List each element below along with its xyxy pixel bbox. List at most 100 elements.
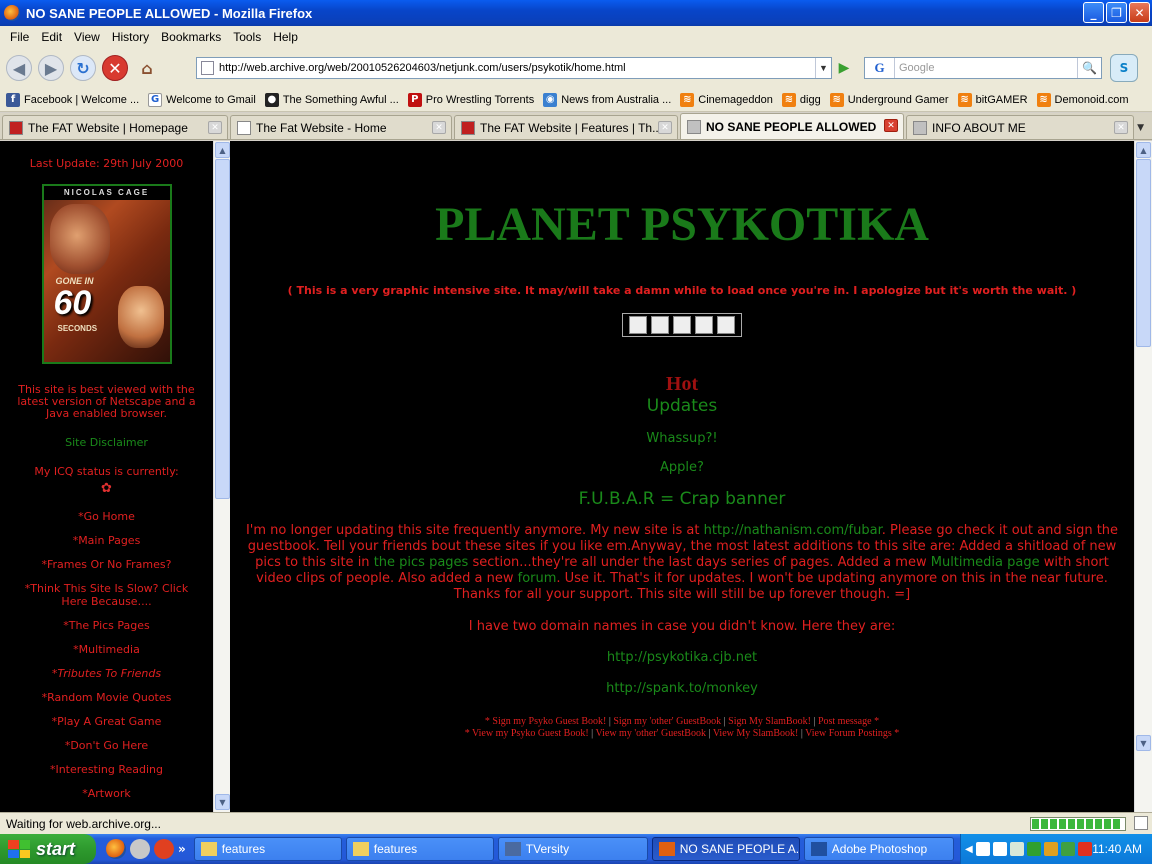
tray-icon[interactable] xyxy=(992,842,1007,856)
browser-tab[interactable]: The FAT Website | Features | Th... ✕ xyxy=(454,115,678,139)
broken-image-icon[interactable] xyxy=(695,316,713,334)
sidebar-scrollbar[interactable]: ▲ ▼ xyxy=(213,141,230,812)
domain-link-1[interactable]: http://psykotika.cjb.net xyxy=(230,650,1134,665)
sidebar-nav-item[interactable]: *Multimedia xyxy=(0,643,213,656)
menu-tools[interactable]: Tools xyxy=(227,30,267,44)
fubar-link[interactable]: F.U.B.A.R = Crap banner xyxy=(230,489,1134,509)
close-tab-icon[interactable]: ✕ xyxy=(208,121,222,134)
sidebar-nav-item[interactable]: *Think This Site Is Slow? Click Here Bec… xyxy=(0,582,213,608)
scroll-up-icon[interactable]: ▲ xyxy=(1136,142,1151,158)
menu-view[interactable]: View xyxy=(68,30,106,44)
taskbar-button[interactable]: Adobe Photoshop xyxy=(803,837,954,861)
guestbook-link[interactable]: View My SlamBook! xyxy=(713,728,799,739)
guestbook-link[interactable]: Sign My SlamBook! xyxy=(728,716,811,727)
broken-image-icon[interactable] xyxy=(717,316,735,334)
stop-icon[interactable]: ✕ xyxy=(102,55,128,81)
close-tab-icon[interactable]: ✕ xyxy=(884,119,898,132)
quicklaunch-expand-icon[interactable]: » xyxy=(178,842,186,856)
tray-icon[interactable] xyxy=(1060,842,1075,856)
close-tab-icon[interactable]: ✕ xyxy=(432,121,446,134)
guestbook-link[interactable]: Sign my 'other' GuestBook xyxy=(613,716,721,727)
go-icon[interactable]: ▶ xyxy=(834,58,854,78)
bookmark-item[interactable]: G Welcome to Gmail xyxy=(148,92,256,107)
menu-help[interactable]: Help xyxy=(267,30,304,44)
menu-file[interactable]: File xyxy=(4,30,35,44)
menu-edit[interactable]: Edit xyxy=(35,30,68,44)
pics-pages-link[interactable]: the pics pages xyxy=(374,555,469,570)
tray-expand-icon[interactable]: ◀ xyxy=(965,844,973,855)
taskbar-button[interactable]: TVersity xyxy=(497,837,648,861)
sidebar-nav-item[interactable]: *Main Pages xyxy=(0,534,213,547)
sidebar-nav-item[interactable]: *Artwork xyxy=(0,787,213,800)
skype-icon[interactable]: S xyxy=(1110,54,1138,82)
new-site-link[interactable]: http://nathanism.com/fubar xyxy=(704,523,882,538)
maximize-button[interactable]: ❐ xyxy=(1106,2,1127,23)
scroll-up-icon[interactable]: ▲ xyxy=(215,142,230,158)
guestbook-link[interactable]: View my Psyko Guest Book! xyxy=(472,728,589,739)
sidebar-nav-item[interactable]: *Random Movie Quotes xyxy=(0,691,213,704)
sidebar-nav-item[interactable]: *The Pics Pages xyxy=(0,619,213,632)
bookmark-item[interactable]: ≋ Demonoid.com xyxy=(1036,92,1129,107)
address-bar[interactable]: http://web.archive.org/web/2001052620460… xyxy=(196,57,832,79)
forward-icon[interactable]: ▶ xyxy=(38,55,64,81)
whassup-link[interactable]: Whassup?! xyxy=(230,431,1134,446)
bookmark-item[interactable]: ≋ digg xyxy=(781,92,821,107)
sidebar-nav-item[interactable]: *Tributes To Friends xyxy=(0,667,213,680)
site-disclaimer-link[interactable]: Site Disclaimer xyxy=(0,436,213,449)
apple-link[interactable]: Apple? xyxy=(230,460,1134,475)
guestbook-link[interactable]: Sign my Psyko Guest Book! xyxy=(492,716,606,727)
bookmark-item[interactable]: ◉ News from Australia ... xyxy=(543,92,671,107)
resize-grip-icon[interactable] xyxy=(1134,816,1148,830)
tray-icon[interactable] xyxy=(1043,842,1058,856)
search-engine-icon[interactable]: G xyxy=(865,58,895,78)
tab-list-icon[interactable]: ▼ xyxy=(1137,123,1144,133)
scroll-down-icon[interactable]: ▼ xyxy=(215,794,230,810)
bookmark-item[interactable]: P Pro Wrestling Torrents xyxy=(407,92,534,107)
forum-link[interactable]: forum xyxy=(518,571,557,586)
bookmark-item[interactable]: ≋ Cinemageddon xyxy=(680,92,773,107)
browser-tab[interactable]: NO SANE PEOPLE ALLOWED ✕ xyxy=(680,113,904,139)
menu-bookmarks[interactable]: Bookmarks xyxy=(155,30,227,44)
broken-image-icon[interactable] xyxy=(651,316,669,334)
broken-image-icon[interactable] xyxy=(673,316,691,334)
menu-history[interactable]: History xyxy=(106,30,155,44)
browser-tab[interactable]: The FAT Website | Homepage ✕ xyxy=(2,115,228,139)
scroll-down-icon[interactable]: ▼ xyxy=(1136,735,1151,751)
main-scroll-thumb[interactable] xyxy=(1136,159,1151,347)
broken-image-icon[interactable] xyxy=(629,316,647,334)
taskbar-button[interactable]: features xyxy=(345,837,494,861)
start-button[interactable]: start xyxy=(0,834,96,864)
movie-poster[interactable]: NICOLAS CAGE GONE IN 60 SECONDS xyxy=(41,184,172,364)
sidebar-nav-item[interactable]: *Interesting Reading xyxy=(0,763,213,776)
app-quicklaunch-icon[interactable] xyxy=(130,839,150,859)
main-scrollbar[interactable]: ▲ ▼ xyxy=(1134,141,1152,812)
back-icon[interactable]: ◀ xyxy=(6,55,32,81)
browser-tab[interactable]: The Fat Website - Home ✕ xyxy=(230,115,452,139)
taskbar-button[interactable]: NO SANE PEOPLE A... xyxy=(651,837,800,861)
taskbar-button[interactable]: features xyxy=(193,837,342,861)
guestbook-link[interactable]: View my 'other' GuestBook xyxy=(595,728,706,739)
domain-link-2[interactable]: http://spank.to/monkey xyxy=(230,681,1134,696)
minimize-button[interactable]: _ xyxy=(1083,2,1104,23)
sidebar-nav-item[interactable]: *Don't Go Here xyxy=(0,739,213,752)
close-tab-icon[interactable]: ✕ xyxy=(1114,121,1128,134)
bookmark-item[interactable]: ≋ bitGAMER xyxy=(957,92,1028,107)
search-icon[interactable]: 🔍 xyxy=(1077,58,1101,78)
guestbook-link[interactable]: Post message xyxy=(818,716,872,727)
reload-icon[interactable]: ↻ xyxy=(70,55,96,81)
browser-tab[interactable]: INFO ABOUT ME ✕ xyxy=(906,115,1134,139)
close-tab-icon[interactable]: ✕ xyxy=(658,121,672,134)
sidebar-nav-item[interactable]: *Frames Or No Frames? xyxy=(0,558,213,571)
bookmark-item[interactable]: ● The Something Awful ... xyxy=(264,92,399,107)
sidebar-nav-item[interactable]: *Play A Great Game xyxy=(0,715,213,728)
sidebar-scroll-thumb[interactable] xyxy=(215,159,230,499)
close-window-button[interactable]: ✕ xyxy=(1129,2,1150,23)
search-input[interactable]: G Google 🔍 xyxy=(864,57,1102,79)
tray-icon[interactable] xyxy=(1026,842,1041,856)
bookmark-item[interactable]: f Facebook | Welcome ... xyxy=(6,92,139,107)
chevron-down-icon[interactable]: ▼ xyxy=(815,58,831,78)
firefox-quicklaunch-icon[interactable] xyxy=(106,839,126,859)
tray-icon[interactable] xyxy=(1077,842,1092,856)
media-quicklaunch-icon[interactable] xyxy=(154,839,174,859)
tray-icon[interactable] xyxy=(1009,842,1024,856)
